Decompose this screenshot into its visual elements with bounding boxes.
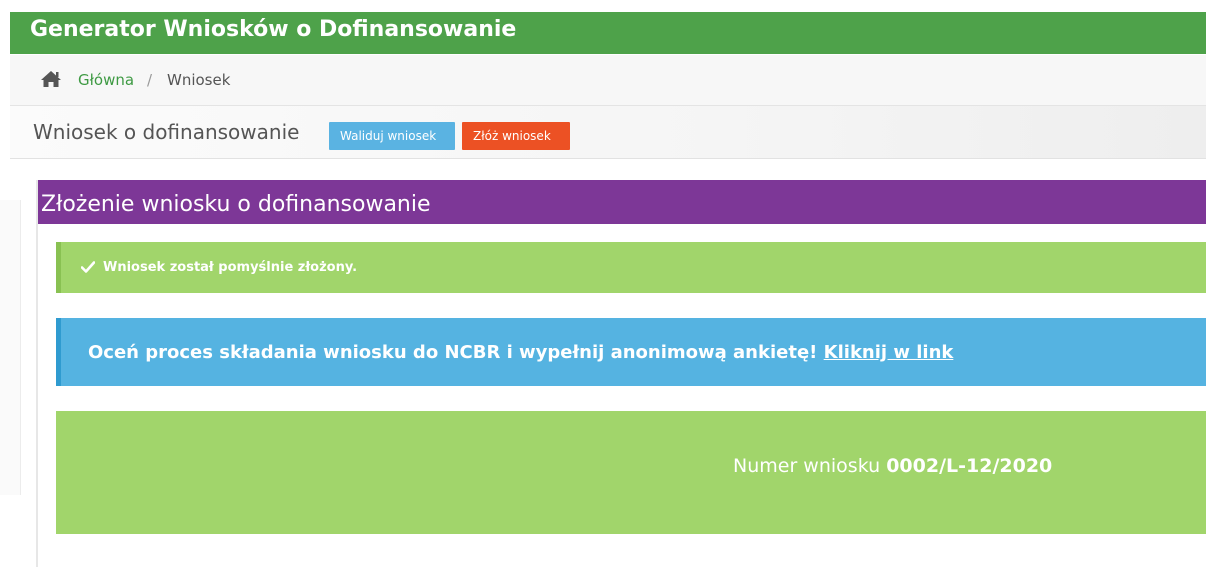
- check-icon: [80, 260, 96, 278]
- breadcrumb: Główna / Wniosek: [10, 55, 1206, 106]
- breadcrumb-separator: /: [147, 71, 153, 89]
- page-header: Wniosek o dofinansowanie Waliduj wniosek…: [10, 106, 1206, 159]
- breadcrumb-home-link[interactable]: Główna: [78, 71, 134, 89]
- app-title: Generator Wniosków o Dofinansowanie: [30, 17, 517, 42]
- survey-message: Oceń proces składania wniosku do NCBR i …: [88, 342, 818, 363]
- success-message: Wniosek został pomyślnie złożony.: [103, 260, 358, 275]
- panel-title: Złożenie wniosku o dofinansowanie: [41, 192, 431, 217]
- application-number-line: Numer wniosku 0002/L-12/2020: [733, 455, 1052, 477]
- application-number-value: 0002/L-12/2020: [886, 455, 1053, 477]
- submit-button[interactable]: Złóż wniosek: [462, 122, 570, 150]
- validate-button[interactable]: Waliduj wniosek: [329, 122, 455, 150]
- application-number-box: Numer wniosku 0002/L-12/2020: [56, 411, 1206, 534]
- survey-message-line: Oceń proces składania wniosku do NCBR i …: [88, 342, 953, 363]
- survey-link[interactable]: Kliknij w link: [824, 342, 954, 363]
- page-title: Wniosek o dofinansowanie: [33, 120, 300, 144]
- breadcrumb-current: Wniosek: [167, 71, 231, 89]
- home-icon[interactable]: [40, 70, 62, 93]
- application-number-label: Numer wniosku: [733, 455, 881, 477]
- submission-panel: Złożenie wniosku o dofinansowanie Wniose…: [36, 180, 1206, 567]
- survey-alert: Oceń proces składania wniosku do NCBR i …: [56, 318, 1206, 386]
- panel-header: Złożenie wniosku o dofinansowanie: [38, 180, 1206, 224]
- success-alert: Wniosek został pomyślnie złożony.: [56, 242, 1206, 293]
- top-bar: Generator Wniosków o Dofinansowanie: [10, 12, 1206, 54]
- left-sidebar-edge: [0, 200, 21, 495]
